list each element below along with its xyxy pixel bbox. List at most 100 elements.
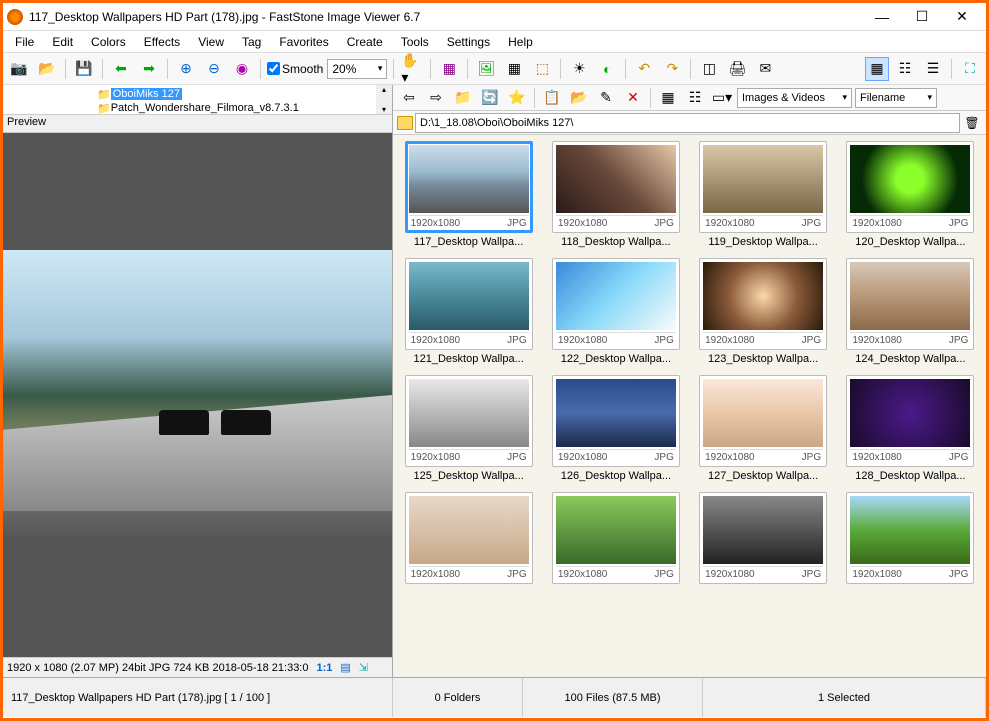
thumbnail-item[interactable]: 1920x1080JPG125_Desktop Wallpa... [399, 375, 538, 482]
rotate-left-icon[interactable]: ↶ [632, 57, 656, 81]
sort-icon[interactable]: ☷ [683, 86, 707, 110]
save-icon[interactable]: 💾 [72, 57, 96, 81]
title-bar: 117_Desktop Wallpapers HD Part (178).jpg… [3, 3, 986, 31]
copy-to-icon[interactable]: 📋 [540, 86, 564, 110]
thumbnail-item[interactable]: 1920x1080JPG126_Desktop Wallpa... [546, 375, 685, 482]
resize-icon[interactable]: ◫ [697, 57, 721, 81]
sort-combo[interactable]: Filename [855, 88, 937, 108]
thumbnail-label: 124_Desktop Wallpa... [846, 353, 974, 365]
acquire-icon[interactable]: 📷 [7, 57, 31, 81]
preview-pane[interactable] [3, 133, 392, 657]
thumb-size-icon[interactable]: ▭▾ [710, 86, 734, 110]
filter-combo[interactable]: Images & Videos [737, 88, 852, 108]
adjust-light-icon[interactable]: ☀ [567, 57, 591, 81]
rotate-right-icon[interactable]: ↷ [660, 57, 684, 81]
open-icon[interactable]: 📂 [35, 57, 59, 81]
thumbnail-item[interactable]: 1920x1080JPG [546, 492, 685, 587]
maximize-button[interactable]: ☐ [902, 5, 942, 29]
thumbnail-item[interactable]: 1920x1080JPG119_Desktop Wallpa... [694, 141, 833, 248]
thumbnail-item[interactable]: 1920x1080JPG121_Desktop Wallpa... [399, 258, 538, 365]
thumbnail-item[interactable]: 1920x1080JPG127_Desktop Wallpa... [694, 375, 833, 482]
thumbnail-item[interactable]: 1920x1080JPG [399, 492, 538, 587]
zoom-in-icon[interactable]: ⊕ [174, 57, 198, 81]
adjust-color-icon[interactable]: ◐ [595, 57, 619, 81]
menu-bar: FileEditColorsEffectsViewTagFavoritesCre… [3, 31, 986, 53]
back-icon[interactable]: ⬅ [109, 57, 133, 81]
nav-up-icon[interactable]: 📁 [451, 86, 475, 110]
folder-icon [397, 116, 413, 130]
actual-size-icon[interactable]: ◉ [230, 57, 254, 81]
menu-colors[interactable]: Colors [83, 33, 134, 51]
view-thumbnails-icon[interactable]: ▦ [865, 57, 889, 81]
menu-view[interactable]: View [190, 33, 232, 51]
wallpaper-icon[interactable]: 🖼 [474, 57, 498, 81]
rename-icon[interactable]: ✎ [594, 86, 618, 110]
status-selected: 1 Selected [703, 678, 986, 717]
minimize-button[interactable]: — [862, 5, 902, 29]
forward-icon[interactable]: ➡ [137, 57, 161, 81]
print-icon[interactable]: 🖨 [725, 57, 749, 81]
contact-sheet-icon[interactable]: ⬚ [530, 57, 554, 81]
smooth-checkbox[interactable]: Smooth [267, 62, 323, 76]
hand-icon[interactable]: ✋▾ [400, 57, 424, 81]
zoom-out-icon[interactable]: ⊖ [202, 57, 226, 81]
menu-effects[interactable]: Effects [136, 33, 188, 51]
view-details-icon[interactable]: ☷ [893, 57, 917, 81]
view-list-icon[interactable]: ☰ [921, 57, 945, 81]
thumbnail-image [850, 262, 970, 330]
close-button[interactable]: ✕ [942, 5, 982, 29]
thumbnail-label: 125_Desktop Wallpa... [405, 470, 533, 482]
menu-favorites[interactable]: Favorites [271, 33, 336, 51]
thumbnail-item[interactable]: 1920x1080JPG123_Desktop Wallpa... [694, 258, 833, 365]
move-to-icon[interactable]: 📂 [567, 86, 591, 110]
left-panel: 📁 OboiMiks 127 📁 Patch_Wondershare_Filmo… [3, 85, 393, 677]
fullscreen-icon[interactable]: ⛶ [958, 57, 982, 81]
refresh-icon[interactable]: 🔄 [478, 86, 502, 110]
thumbnail-item[interactable]: 1920x1080JPG122_Desktop Wallpa... [546, 258, 685, 365]
slideshow-icon[interactable]: ▦ [437, 57, 461, 81]
thumbnail-grid[interactable]: 1920x1080JPG117_Desktop Wallpa...1920x10… [393, 135, 986, 677]
navigator-icon[interactable]: ▤ [340, 661, 350, 674]
menu-edit[interactable]: Edit [44, 33, 81, 51]
thumbnail-label: 121_Desktop Wallpa... [405, 353, 533, 365]
thumbnail-label: 117_Desktop Wallpa... [405, 236, 533, 248]
favorites-icon[interactable]: ⭐ [505, 86, 529, 110]
thumbnail-item[interactable]: 1920x1080JPG [841, 492, 980, 587]
email-icon[interactable]: ✉ [753, 57, 777, 81]
thumbnail-image [556, 262, 676, 330]
folder-tree[interactable]: 📁 OboiMiks 127 📁 Patch_Wondershare_Filmo… [3, 85, 392, 115]
thumbnail-image [703, 379, 823, 447]
nav-forward-icon[interactable]: ⇨ [424, 86, 448, 110]
nav-back-icon[interactable]: ⇦ [397, 86, 421, 110]
expand-icon[interactable]: ⇲ [359, 661, 368, 674]
status-bar: 117_Desktop Wallpapers HD Part (178).jpg… [3, 677, 986, 717]
thumbnail-image [409, 145, 529, 213]
thumbnail-image [556, 496, 676, 564]
path-input[interactable] [415, 113, 960, 133]
menu-settings[interactable]: Settings [439, 33, 498, 51]
menu-file[interactable]: File [7, 33, 42, 51]
thumbnail-image [409, 496, 529, 564]
thumbnail-item[interactable]: 1920x1080JPG124_Desktop Wallpa... [841, 258, 980, 365]
thumbnail-item[interactable]: 1920x1080JPG118_Desktop Wallpa... [546, 141, 685, 248]
status-filename: 117_Desktop Wallpapers HD Part (178).jpg… [3, 678, 393, 717]
thumbnail-image [556, 145, 676, 213]
one-to-one-icon[interactable]: 1:1 [316, 662, 332, 674]
app-icon [7, 9, 23, 25]
select-all-icon[interactable]: ▦ [656, 86, 680, 110]
menu-tools[interactable]: Tools [393, 33, 437, 51]
thumbnail-item[interactable]: 1920x1080JPG128_Desktop Wallpa... [841, 375, 980, 482]
zoom-combo[interactable]: 20% [327, 59, 387, 79]
thumbnail-image [409, 379, 529, 447]
menu-help[interactable]: Help [500, 33, 541, 51]
trash-icon[interactable]: 🗑 [962, 113, 982, 133]
preview-image [3, 250, 392, 540]
compare-icon[interactable]: ▦ [502, 57, 526, 81]
thumbnail-item[interactable]: 1920x1080JPG [694, 492, 833, 587]
thumbnail-item[interactable]: 1920x1080JPG117_Desktop Wallpa... [399, 141, 538, 248]
preview-label: Preview [3, 115, 392, 133]
thumbnail-item[interactable]: 1920x1080JPG120_Desktop Wallpa... [841, 141, 980, 248]
delete-icon[interactable]: ✕ [621, 86, 645, 110]
menu-create[interactable]: Create [339, 33, 391, 51]
menu-tag[interactable]: Tag [234, 33, 269, 51]
